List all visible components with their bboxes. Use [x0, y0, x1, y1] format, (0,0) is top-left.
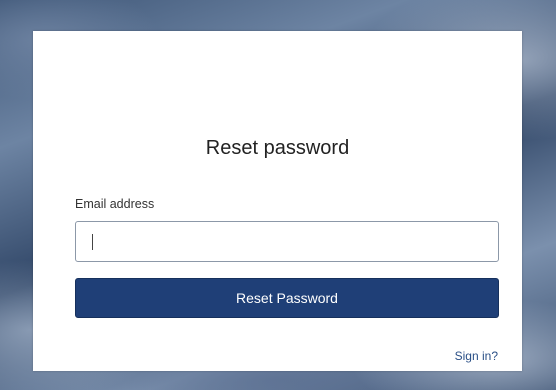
text-caret [92, 234, 93, 250]
page-title: Reset password [205, 137, 350, 159]
email-field[interactable] [75, 221, 499, 262]
email-label: Email address [75, 197, 155, 211]
reset-password-button[interactable]: Reset Password [75, 278, 499, 318]
reset-password-card: Reset password Email address Reset Passw… [33, 31, 522, 371]
sign-in-link[interactable]: Sign in? [455, 349, 498, 363]
